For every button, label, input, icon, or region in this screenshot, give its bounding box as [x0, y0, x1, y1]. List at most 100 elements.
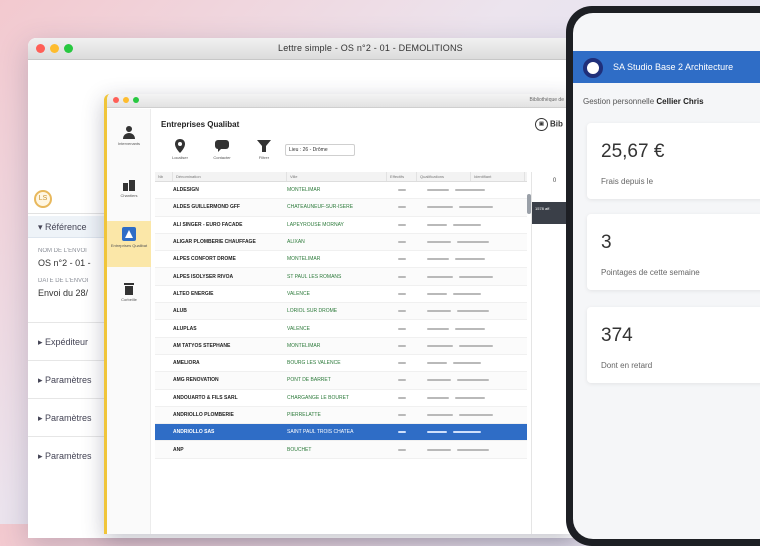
table-row[interactable]: ALUPLAS VALENCE: [155, 320, 527, 338]
library-icon: ▣: [535, 118, 548, 131]
redacted-cell: [417, 189, 525, 192]
redacted-bar: [427, 275, 453, 278]
map-pin-icon: [167, 138, 193, 154]
redacted-cell: [387, 448, 417, 451]
redacted-bar: [459, 344, 493, 347]
company-name-cell: AMG RENOVATION: [173, 377, 219, 384]
company-city-cell: MONTELIMAR: [287, 342, 321, 349]
redacted-cell: [417, 258, 525, 261]
redacted-cell: [387, 414, 417, 416]
contacter-button[interactable]: Contacter: [209, 138, 235, 160]
sidebar-item-label: Chantiers: [120, 193, 138, 198]
table-row[interactable]: ALI SINGER - EURO FACADE LAPEYROUSE MORNA…: [155, 217, 527, 234]
redacted-cell: [417, 448, 525, 451]
redacted-cell: [417, 275, 525, 278]
company-city-cell: MONTELIMAR: [287, 256, 321, 263]
sidebar-item-intervenants[interactable]: Intervenants: [107, 125, 151, 146]
table-row[interactable]: ALPES ISOLYSER RIVOA ST PAUL LES ROMANS: [155, 268, 527, 286]
zoom-window-button[interactable]: [64, 44, 73, 53]
redacted-cell: [417, 241, 525, 244]
redacted-bar: [398, 362, 406, 365]
company-name-cell: ALDESIGN: [173, 187, 199, 194]
close-window-button[interactable]: [36, 44, 45, 53]
table-row[interactable]: ALIGAR PLOMBERIE CHAUFFAGE ALIXAN: [155, 233, 527, 252]
redacted-bar: [427, 327, 449, 330]
filtrer-button[interactable]: Filtrer: [251, 138, 277, 160]
redacted-bar: [427, 292, 447, 295]
company-city-cell: LORIOL SUR DROME: [287, 308, 338, 315]
location-filter[interactable]: Lieu : 26 - Drôme: [285, 144, 355, 156]
table-row[interactable]: ANDRIOLLO SAS SAINT PAUL TROIS CHATEA: [155, 424, 527, 442]
table-row[interactable]: AMELIORA BOURG LES VALENCE: [155, 355, 527, 373]
table-row[interactable]: ANP BOUCHET: [155, 441, 527, 459]
timesheet-card[interactable]: 3 Pointages de cette semaine: [587, 214, 760, 290]
column-header[interactable]: Ville: [287, 172, 387, 181]
zoom-window-button[interactable]: [133, 97, 139, 103]
tablet-screen: SA Studio Base 2 Architecture Gestion pe…: [573, 13, 760, 539]
table-row[interactable]: ALDES GUILLERMOND GFF CHATEAUNEUF-SUR-ISE…: [155, 199, 527, 217]
tool-label: Filtrer: [258, 155, 270, 160]
table-row[interactable]: ANDOUARTO & FILS SARL CHARGANGE LE BOURET: [155, 390, 527, 407]
table-row[interactable]: ALUB LORIOL SUR DROME: [155, 303, 527, 321]
column-header[interactable]: Identifiant: [471, 172, 525, 181]
sidebar-item-qualibat[interactable]: Entreprises Qualibat: [107, 221, 151, 267]
redacted-bar: [398, 241, 406, 244]
redacted-cell: [387, 431, 417, 434]
redacted-bar: [427, 414, 453, 416]
localiser-button[interactable]: Localiser: [167, 138, 193, 160]
redacted-bar: [398, 396, 406, 399]
toolbar: Localiser Contacter Filtrer: [167, 138, 277, 160]
sidebar-item-corbeille[interactable]: Corbeille: [107, 281, 151, 302]
company-city-cell: ALIXAN: [287, 239, 305, 246]
company-name-cell: ALIGAR PLOMBERIE CHAUFFAGE: [173, 239, 256, 246]
table-row[interactable]: ALPES CONFORT DROME MONTELIMAR: [155, 251, 527, 269]
company-name-cell: ANDRIOLLO SAS: [173, 429, 215, 436]
redacted-bar: [453, 223, 481, 226]
sidebar-item-label: Corbeille: [121, 297, 137, 302]
close-window-button[interactable]: [113, 97, 119, 103]
redacted-bar: [398, 189, 406, 192]
redacted-bar: [427, 258, 449, 261]
company-city-cell: PIERRELATTE: [287, 412, 321, 418]
redacted-bar: [455, 258, 485, 261]
letter-type-badge: LS: [34, 190, 52, 208]
page-title: Entreprises Qualibat: [161, 120, 240, 129]
column-header[interactable]: Nb: [155, 172, 173, 181]
card-value: 25,67 €: [601, 141, 665, 162]
table-row[interactable]: AM TATYOS STEPHANE MONTELIMAR: [155, 337, 527, 355]
redacted-bar: [398, 344, 406, 347]
tablet-device: SA Studio Base 2 Architecture Gestion pe…: [566, 6, 760, 546]
redacted-bar: [459, 206, 493, 209]
window-controls: [36, 44, 73, 53]
company-name-cell: ANP: [173, 446, 184, 453]
column-header[interactable]: Effectifs: [387, 172, 417, 181]
redacted-bar: [457, 310, 489, 313]
redacted-bar: [457, 379, 489, 382]
table-row[interactable]: AMG RENOVATION PONT DE BARRET: [155, 372, 527, 390]
minimize-window-button[interactable]: [50, 44, 59, 53]
redacted-cell: [387, 206, 417, 209]
tool-label: Contacter: [213, 155, 231, 160]
redacted-bar: [398, 414, 406, 416]
chevron-right-icon: ▸: [38, 413, 46, 423]
column-header[interactable]: Dénomination: [173, 172, 287, 181]
company-name-cell: AMELIORA: [173, 360, 200, 367]
sidebar-item-chantiers[interactable]: Chantiers: [107, 177, 151, 198]
table-row[interactable]: ALTEO ENERGIE VALENCE: [155, 286, 527, 304]
table-row[interactable]: ANDRIOLLO PLOMBERIE PIERRELATTE: [155, 406, 527, 425]
late-card[interactable]: 374 Dont en retard: [587, 307, 760, 383]
expenses-card[interactable]: 25,67 € Frais depuis le: [587, 123, 760, 199]
redacted-bar: [427, 344, 453, 347]
subtitle-user-name: Cellier Chris: [656, 97, 704, 106]
minimize-window-button[interactable]: [123, 97, 129, 103]
redacted-cell: [387, 327, 417, 330]
redacted-cell: [387, 396, 417, 399]
table-row[interactable]: ALDESIGN MONTELIMAR: [155, 182, 527, 200]
redacted-bar: [427, 379, 451, 382]
section-label: Expéditeur: [45, 337, 89, 347]
redacted-cell: [417, 327, 525, 330]
column-header[interactable]: Qualifications: [417, 172, 471, 181]
card-label: Frais depuis le: [601, 177, 654, 186]
redacted-cell: [417, 223, 525, 226]
chevron-right-icon: ▸: [38, 451, 46, 461]
